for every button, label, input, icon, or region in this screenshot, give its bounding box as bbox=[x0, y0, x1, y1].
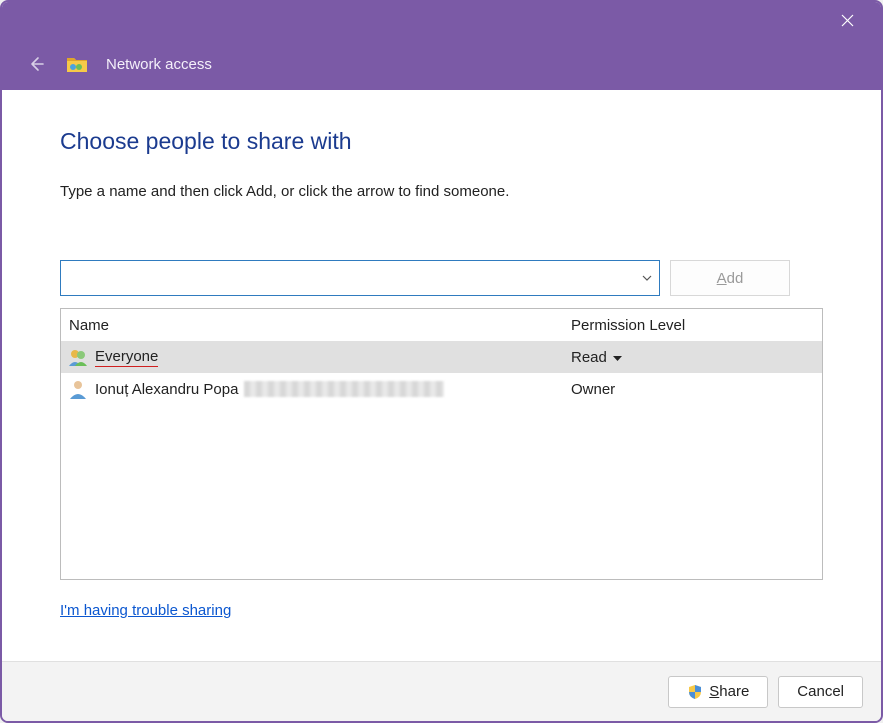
shield-icon bbox=[687, 684, 703, 700]
folder-share-icon bbox=[66, 54, 88, 74]
group-icon bbox=[67, 346, 89, 368]
name-combobox[interactable] bbox=[60, 260, 660, 296]
col-header-permission[interactable]: Permission Level bbox=[571, 317, 822, 334]
user-icon bbox=[67, 378, 89, 400]
redacted-text bbox=[244, 381, 444, 397]
share-button[interactable]: Share bbox=[668, 676, 768, 708]
row-permission[interactable]: Read bbox=[571, 349, 822, 366]
cancel-button[interactable]: Cancel bbox=[778, 676, 863, 708]
add-button[interactable]: Add bbox=[670, 260, 790, 296]
col-header-name[interactable]: Name bbox=[61, 317, 571, 334]
content-area: Choose people to share with Type a name … bbox=[2, 90, 881, 661]
name-input[interactable] bbox=[60, 260, 660, 296]
footer: Share Cancel bbox=[2, 661, 881, 721]
table-header: Name Permission Level bbox=[61, 309, 822, 341]
titlebar bbox=[2, 2, 881, 38]
permission-dropdown-arrow[interactable] bbox=[613, 349, 622, 366]
input-row: Add bbox=[60, 260, 823, 296]
add-label: Add bbox=[717, 270, 744, 287]
sharing-dialog: Network access Choose people to share wi… bbox=[0, 0, 883, 723]
table-row[interactable]: Everyone Read bbox=[61, 341, 822, 373]
row-name: Ionuț Alexandru Popa bbox=[95, 381, 571, 398]
table-row[interactable]: Ionuț Alexandru Popa Owner bbox=[61, 373, 822, 405]
close-button[interactable] bbox=[827, 2, 867, 38]
chevron-down-icon bbox=[642, 275, 652, 281]
instruction-text: Type a name and then click Add, or click… bbox=[60, 183, 823, 200]
name-dropdown-arrow[interactable] bbox=[635, 261, 659, 295]
trouble-sharing-link[interactable]: I'm having trouble sharing bbox=[60, 602, 823, 619]
row-permission: Owner bbox=[571, 381, 822, 398]
back-arrow-icon bbox=[27, 55, 45, 73]
page-heading: Choose people to share with bbox=[60, 128, 823, 155]
share-label: Share bbox=[709, 683, 749, 700]
row-name: Everyone bbox=[95, 348, 571, 367]
nav-title: Network access bbox=[106, 56, 212, 73]
back-button[interactable] bbox=[24, 52, 48, 76]
people-table: Name Permission Level Everyone Read bbox=[60, 308, 823, 580]
navbar: Network access bbox=[2, 38, 881, 90]
close-icon bbox=[841, 14, 854, 27]
